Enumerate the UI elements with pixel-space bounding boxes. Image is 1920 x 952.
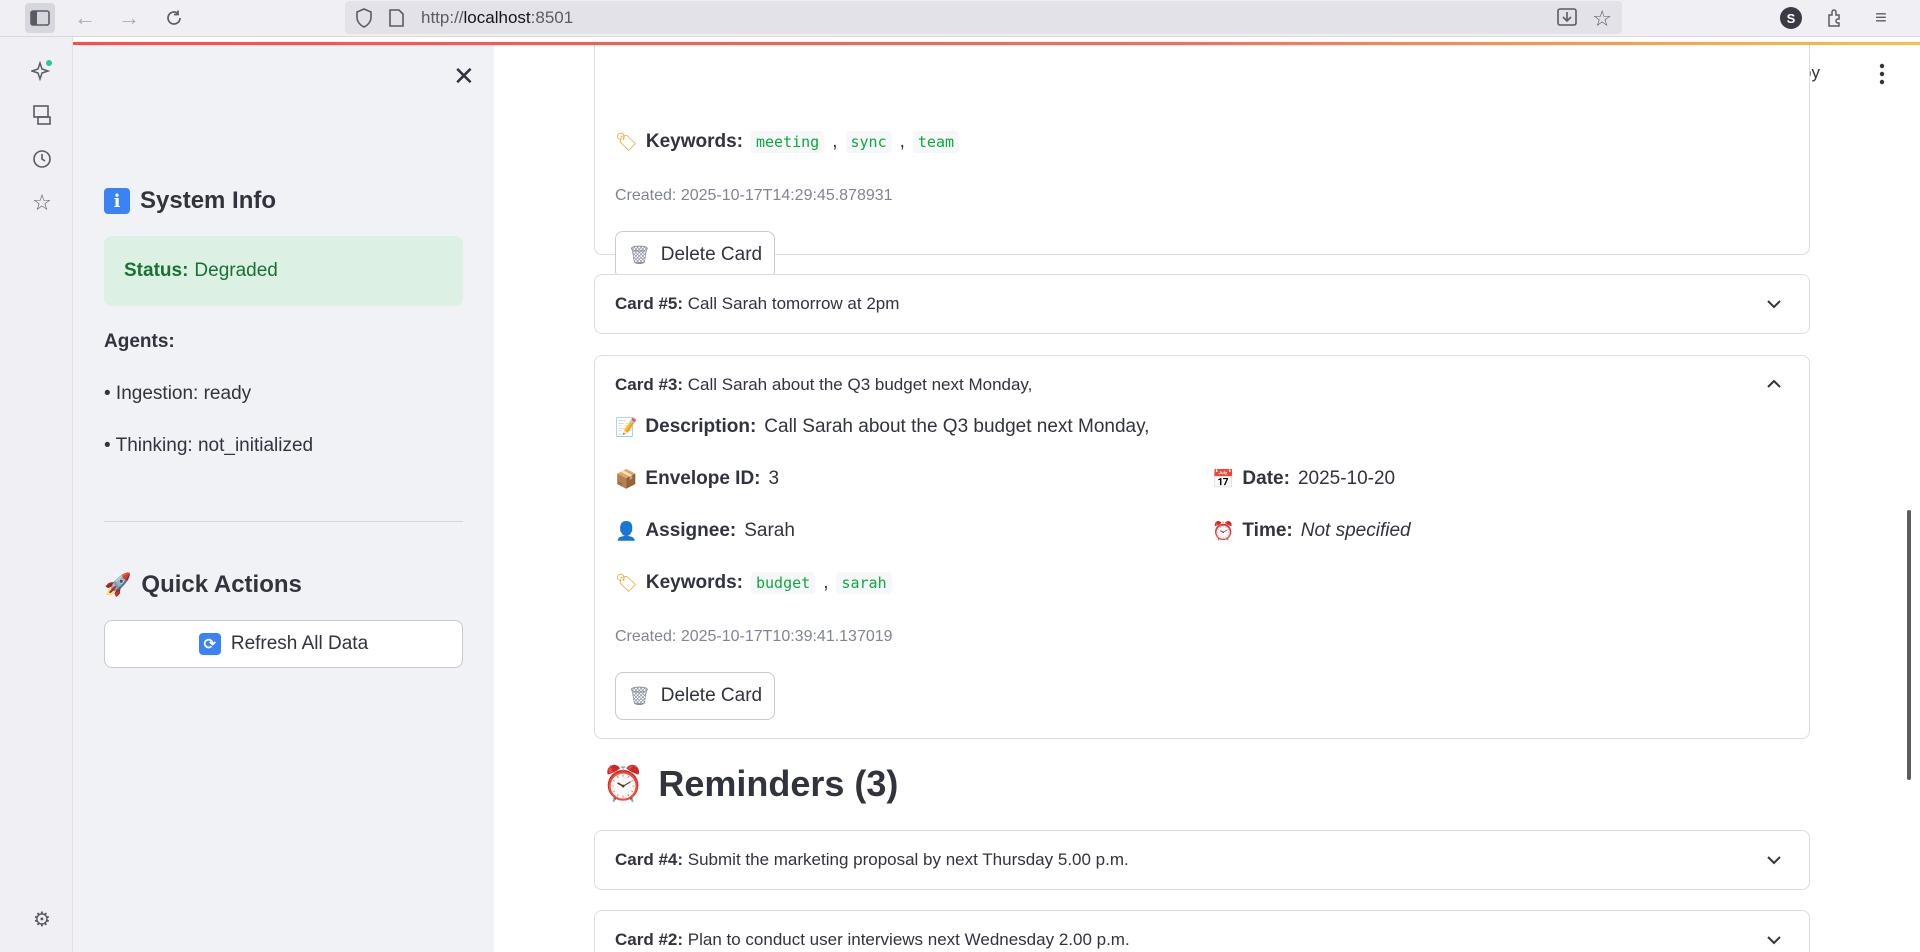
system-info-heading: i System Info xyxy=(104,187,276,215)
account-avatar[interactable]: S xyxy=(1780,7,1802,29)
alarm-clock-icon: ⏰ xyxy=(602,765,645,803)
keyword-chip: budget xyxy=(751,572,816,594)
chevron-up-icon[interactable] xyxy=(1767,376,1781,390)
bookmarks-star-icon[interactable]: ☆ xyxy=(24,185,60,221)
card-expander-5[interactable]: Card #5: Call Sarah tomorrow at 2pm xyxy=(594,274,1810,334)
address-bar[interactable]: http://localhost:8501 ☆ xyxy=(345,1,1622,34)
refresh-all-data-button[interactable]: ⟳ Refresh All Data xyxy=(104,620,463,668)
card-expander-3: Card #3: Call Sarah about the Q3 budget … xyxy=(594,355,1810,739)
card-header: Card #4: Submit the marketing proposal b… xyxy=(615,850,1129,869)
ai-sparkle-icon[interactable] xyxy=(24,53,60,89)
keyword-chip: sarah xyxy=(836,572,892,594)
main-menu-icon[interactable] xyxy=(1872,61,1892,87)
created-timestamp: Created: 2025-10-17T10:39:41.137019 xyxy=(615,628,893,645)
time-field: ⏰ Time: Not specified xyxy=(1212,520,1411,541)
url-text[interactable]: http://localhost:8501 xyxy=(421,8,573,28)
quick-actions-heading: 🚀 Quick Actions xyxy=(104,571,302,598)
save-to-pocket-icon[interactable] xyxy=(1557,8,1577,31)
close-sidebar-icon[interactable]: ✕ xyxy=(453,61,475,92)
description-field: 📝 Description: Call Sarah about the Q3 bu… xyxy=(615,416,1150,437)
tag-icon: 🏷 xyxy=(615,572,638,593)
agent-ingestion-status: • Ingestion: ready xyxy=(104,383,252,404)
delete-card-button[interactable]: 🗑 Delete Card xyxy=(615,672,775,720)
back-arrow-icon[interactable]: ← xyxy=(70,3,100,33)
extensions-icon[interactable] xyxy=(1820,3,1850,33)
chevron-down-icon[interactable] xyxy=(1767,853,1781,867)
forward-arrow-icon[interactable]: → xyxy=(114,3,144,33)
alarm-clock-icon: ⏰ xyxy=(1212,520,1235,541)
assignee-field: 👤 Assignee: Sarah xyxy=(615,520,795,541)
card-expander-4[interactable]: Card #4: Submit the marketing proposal b… xyxy=(594,830,1810,890)
package-icon: 📦 xyxy=(615,468,638,489)
card-expander-2[interactable]: Card #2: Plan to conduct user interviews… xyxy=(594,910,1810,952)
keyword-chip: sync xyxy=(845,131,892,153)
keyword-chip: team xyxy=(912,131,960,153)
sidebar-toggle-icon[interactable] xyxy=(25,3,55,33)
chevron-down-icon[interactable] xyxy=(1767,297,1781,311)
page-icon xyxy=(389,9,404,32)
envelope-id-field: 📦 Envelope ID: 3 xyxy=(615,468,780,489)
tag-icon: 🏷 xyxy=(615,131,638,152)
card-header[interactable]: Card #3: Call Sarah about the Q3 budget … xyxy=(615,375,1032,395)
settings-gear-icon[interactable]: ⚙ xyxy=(24,901,60,937)
browser-toolbar: ← → http://localhost:8501 ☆ S ≡ xyxy=(0,0,1920,37)
refresh-icon: ⟳ xyxy=(198,633,221,655)
delete-card-button[interactable]: 🗑 Delete Card xyxy=(615,231,775,279)
person-icon: 👤 xyxy=(615,520,638,541)
reminders-heading: ⏰ Reminders (3) xyxy=(602,763,899,804)
chevron-down-icon[interactable] xyxy=(1767,933,1781,947)
main-content: Deploy 🏷 Keywords: meeting, sync, team C… xyxy=(494,45,1920,952)
reload-icon[interactable] xyxy=(159,3,189,33)
date-field: 📅 Date: 2025-10-20 xyxy=(1212,468,1396,489)
calendar-icon: 📅 xyxy=(1212,468,1235,489)
bookmark-star-icon[interactable]: ☆ xyxy=(1592,6,1612,32)
synced-tabs-icon[interactable] xyxy=(24,97,60,133)
keywords-row: 🏷 Keywords: budget, sarah xyxy=(615,572,892,594)
browser-sidebar-strip: ☆ ⚙ xyxy=(0,37,73,952)
memo-icon: 📝 xyxy=(615,416,638,437)
app-sidebar: ✕ i System Info Status: Degraded Agents: … xyxy=(73,45,494,952)
main-scrollbar[interactable] xyxy=(1907,510,1911,780)
keyword-chip: meeting xyxy=(751,131,825,153)
rocket-icon: 🚀 xyxy=(104,572,132,597)
shield-icon[interactable] xyxy=(355,8,373,33)
menu-hamburger-icon[interactable]: ≡ xyxy=(1866,3,1896,33)
card-header: Card #5: Call Sarah tomorrow at 2pm xyxy=(615,294,900,313)
keywords-row: 🏷 Keywords: meeting, sync, team xyxy=(615,131,960,153)
expanded-card-partial: 🏷 Keywords: meeting, sync, team Created:… xyxy=(594,45,1810,279)
status-alert: Status: Degraded xyxy=(104,236,463,306)
card-header: Card #2: Plan to conduct user interviews… xyxy=(615,930,1130,949)
sidebar-divider xyxy=(104,521,463,522)
trash-icon: 🗑 xyxy=(627,685,651,706)
info-icon: i xyxy=(104,188,130,214)
agent-thinking-status: • Thinking: not_initialized xyxy=(104,435,314,456)
agents-label: Agents: xyxy=(104,331,175,352)
history-clock-icon[interactable] xyxy=(24,141,60,177)
trash-icon: 🗑 xyxy=(627,244,651,265)
created-timestamp: Created: 2025-10-17T14:29:45.878931 xyxy=(615,187,893,204)
